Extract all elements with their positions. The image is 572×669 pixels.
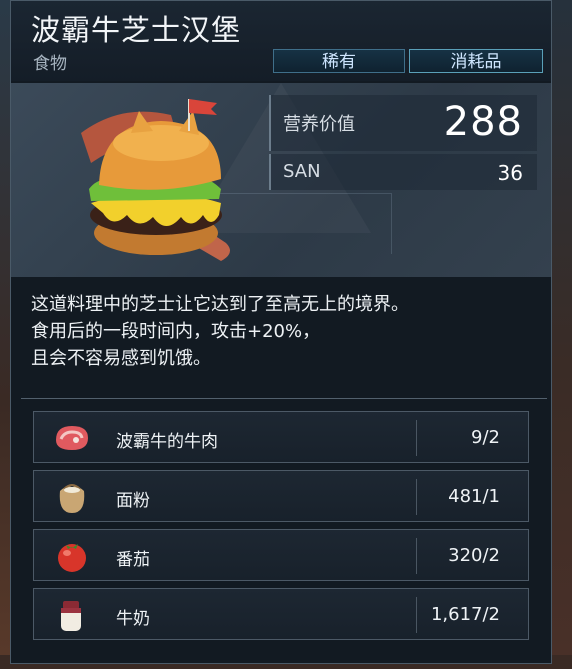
- description-line: 食用后的一段时间内，攻击+20%，: [31, 321, 321, 342]
- description-line: 这道料理中的芝士让它达到了至高无上的境界。: [31, 294, 409, 315]
- beef-icon: [56, 426, 88, 450]
- ingredient-row-tomato[interactable]: 番茄 320/2: [33, 529, 529, 581]
- flour-sack-icon: [59, 484, 85, 513]
- ingredient-row-beef[interactable]: 波霸牛的牛肉 9/2: [33, 411, 529, 463]
- ingredient-name: 牛奶: [116, 609, 150, 629]
- ingredient-count: 9/2: [471, 427, 500, 448]
- ingredient-separator: [416, 479, 417, 515]
- ingredient-separator: [416, 538, 417, 574]
- item-title: 波霸牛芝士汉堡: [31, 13, 242, 47]
- san-stat: SAN 36: [269, 154, 537, 190]
- background-scenery-right: [550, 0, 572, 669]
- item-info-area: 营养价值 288 SAN 36: [11, 83, 551, 277]
- ingredient-row-milk[interactable]: 牛奶 1,617/2: [33, 588, 529, 640]
- nutrition-value: 288: [443, 99, 523, 145]
- item-description: 这道料理中的芝士让它达到了至高无上的境界。 食用后的一段时间内，攻击+20%， …: [31, 291, 531, 372]
- ingredient-name: 波霸牛的牛肉: [116, 432, 218, 452]
- type-tag: 消耗品: [409, 49, 543, 73]
- ingredient-count: 1,617/2: [430, 604, 500, 625]
- ingredient-separator: [416, 597, 417, 633]
- item-stats: 营养价值 288 SAN 36: [269, 95, 537, 190]
- item-detail-panel: 波霸牛芝士汉堡 食物 稀有 消耗品 营养价值 288 SAN 36 这道料理中的…: [10, 0, 552, 664]
- ingredient-name: 面粉: [116, 491, 150, 511]
- item-category: 食物: [33, 54, 67, 74]
- milk-jar-icon: [61, 601, 81, 631]
- divider: [21, 398, 547, 399]
- ingredient-count: 320/2: [448, 545, 500, 566]
- ingredient-row-flour[interactable]: 面粉 481/1: [33, 470, 529, 522]
- tomato-icon: [58, 544, 86, 572]
- san-label: SAN: [283, 161, 321, 182]
- ingredient-list: 波霸牛的牛肉 9/2 面粉 481/1 番茄 320/2 牛奶 1,617/2: [33, 411, 529, 647]
- ingredient-count: 481/1: [448, 486, 500, 507]
- ingredient-name: 番茄: [116, 550, 150, 570]
- san-value: 36: [497, 161, 523, 185]
- burger-icon: [81, 99, 230, 261]
- nutrition-label: 营养价值: [283, 114, 355, 135]
- item-header: 波霸牛芝士汉堡 食物 稀有 消耗品: [11, 1, 551, 81]
- description-line: 且会不容易感到饥饿。: [31, 348, 211, 369]
- rarity-tag: 稀有: [273, 49, 405, 73]
- nutrition-stat: 营养价值 288: [269, 95, 537, 151]
- ingredient-separator: [416, 420, 417, 456]
